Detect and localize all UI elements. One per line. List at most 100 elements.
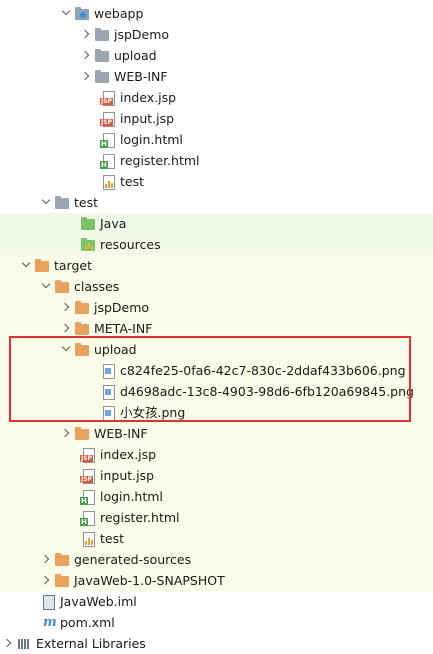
- tree-label: index.jsp: [120, 90, 177, 105]
- tree-row-target[interactable]: target: [0, 255, 433, 276]
- image-file-icon: [100, 363, 116, 379]
- tree-label: classes: [74, 279, 120, 294]
- tree-row-webapp[interactable]: webapp: [0, 3, 433, 24]
- chevron-right-icon[interactable]: [60, 423, 74, 444]
- tree-row-javaweb-iml[interactable]: JavaWeb.iml: [0, 591, 433, 612]
- tree-label: META-INF: [94, 321, 153, 336]
- tree-label: WEB-INF: [94, 426, 148, 441]
- resources-folder-icon: [80, 237, 96, 253]
- tree-row-meta-inf[interactable]: META-INF: [0, 318, 433, 339]
- tree-row-index-jsp[interactable]: JSP index.jsp: [0, 87, 433, 108]
- folder-icon: [94, 69, 110, 85]
- tree-row-upload[interactable]: upload: [0, 45, 433, 66]
- tree-row-classes-upload[interactable]: upload: [0, 339, 433, 360]
- chevron-right-icon[interactable]: [40, 549, 54, 570]
- tree-row-jspdemo[interactable]: jspDemo: [0, 24, 433, 45]
- jsp-file-icon: JSP: [100, 90, 116, 106]
- excluded-folder-icon: [34, 258, 50, 274]
- tree-label: login.html: [100, 489, 163, 504]
- chevron-down-icon[interactable]: [60, 3, 74, 24]
- tree-row-pom[interactable]: m pom.xml: [0, 612, 433, 633]
- chevron-right-icon[interactable]: [60, 318, 74, 339]
- excluded-folder-icon: [74, 342, 90, 358]
- tree-row-test-dir[interactable]: test: [0, 192, 433, 213]
- tree-label: test: [120, 174, 145, 189]
- tree-label: JavaWeb-1.0-SNAPSHOT: [74, 573, 225, 588]
- module-file-icon: [40, 594, 56, 610]
- tree-label: 小女孩.png: [120, 405, 186, 420]
- tree-row-classes-input-jsp[interactable]: JSP input.jsp: [0, 465, 433, 486]
- tree-row-resources[interactable]: resources: [0, 234, 433, 255]
- tree-label: target: [54, 258, 93, 273]
- tree-row-input-jsp[interactable]: JSP input.jsp: [0, 108, 433, 129]
- folder-icon: [94, 48, 110, 64]
- tree-label: jspDemo: [94, 300, 150, 315]
- tree-label: Java: [100, 216, 127, 231]
- folder-icon: [54, 195, 70, 211]
- tree-label: register.html: [120, 153, 200, 168]
- maven-file-icon: m: [43, 614, 57, 630]
- chevron-down-icon[interactable]: [40, 192, 54, 213]
- jsp-file-icon: JSP: [80, 447, 96, 463]
- tree-label: jspDemo: [114, 27, 170, 42]
- excluded-folder-icon: [74, 300, 90, 316]
- tree-row-login-html[interactable]: H login.html: [0, 129, 433, 150]
- tree-label: input.jsp: [120, 111, 175, 126]
- tree-label: pom.xml: [60, 615, 115, 630]
- html-file-icon: H: [80, 489, 96, 505]
- tree-row-classes-test[interactable]: test: [0, 528, 433, 549]
- excluded-folder-icon: [54, 573, 70, 589]
- tree-label: register.html: [100, 510, 180, 525]
- chevron-right-icon[interactable]: [60, 297, 74, 318]
- jsp-file-icon: JSP: [80, 468, 96, 484]
- tree-row-snapshot[interactable]: JavaWeb-1.0-SNAPSHOT: [0, 570, 433, 591]
- library-icon: [16, 636, 32, 652]
- chevron-right-icon[interactable]: [80, 24, 94, 45]
- chevron-right-icon[interactable]: [40, 570, 54, 591]
- tree-row-web-inf[interactable]: WEB-INF: [0, 66, 433, 87]
- tree-row-register-html[interactable]: H register.html: [0, 150, 433, 171]
- chevron-down-icon[interactable]: [40, 276, 54, 297]
- tree-label: test: [100, 531, 125, 546]
- tree-row-classes-register-html[interactable]: H register.html: [0, 507, 433, 528]
- chevron-down-icon[interactable]: [60, 339, 74, 360]
- tree-label: c824fe25-0fa6-42c7-830c-2ddaf433b606.png: [120, 363, 406, 378]
- tree-label: upload: [114, 48, 157, 63]
- excluded-folder-icon: [54, 552, 70, 568]
- tree-row-generated-sources[interactable]: generated-sources: [0, 549, 433, 570]
- text-file-icon: [100, 174, 116, 190]
- tree-row-test-file[interactable]: test: [0, 171, 433, 192]
- tree-row-upload-file-1[interactable]: c824fe25-0fa6-42c7-830c-2ddaf433b606.png: [0, 360, 433, 381]
- tree-row-classes-login-html[interactable]: H login.html: [0, 486, 433, 507]
- tree-label: upload: [94, 342, 137, 357]
- image-file-icon: [100, 384, 116, 400]
- excluded-folder-icon: [74, 321, 90, 337]
- tree-label: test: [74, 195, 99, 210]
- tree-label: resources: [100, 237, 161, 252]
- tree-label: webapp: [94, 6, 144, 21]
- test-source-folder-icon: [80, 216, 96, 232]
- tree-row-upload-file-3[interactable]: 小女孩.png: [0, 402, 433, 423]
- web-folder-icon: [74, 6, 90, 22]
- html-file-icon: H: [80, 510, 96, 526]
- excluded-folder-icon: [54, 279, 70, 295]
- tree-label: JavaWeb.iml: [60, 594, 137, 609]
- chevron-right-icon[interactable]: [80, 45, 94, 66]
- tree-label: d4698adc-13c8-4903-98d6-6fb120a69845.png: [120, 384, 414, 399]
- tree-label: generated-sources: [74, 552, 192, 567]
- image-file-icon: [100, 405, 116, 421]
- tree-row-classes-web-inf[interactable]: WEB-INF: [0, 423, 433, 444]
- tree-label: input.jsp: [100, 468, 155, 483]
- tree-row-upload-file-2[interactable]: d4698adc-13c8-4903-98d6-6fb120a69845.png: [0, 381, 433, 402]
- tree-row-java[interactable]: Java: [0, 213, 433, 234]
- tree-row-classes-index-jsp[interactable]: JSP index.jsp: [0, 444, 433, 465]
- jsp-file-icon: JSP: [100, 111, 116, 127]
- tree-label: WEB-INF: [114, 69, 168, 84]
- chevron-down-icon[interactable]: [20, 255, 34, 276]
- html-file-icon: H: [100, 132, 116, 148]
- text-file-icon: [80, 531, 96, 547]
- tree-row-classes[interactable]: classes: [0, 276, 433, 297]
- chevron-right-icon[interactable]: [80, 66, 94, 87]
- tree-row-classes-jspdemo[interactable]: jspDemo: [0, 297, 433, 318]
- html-file-icon: H: [100, 153, 116, 169]
